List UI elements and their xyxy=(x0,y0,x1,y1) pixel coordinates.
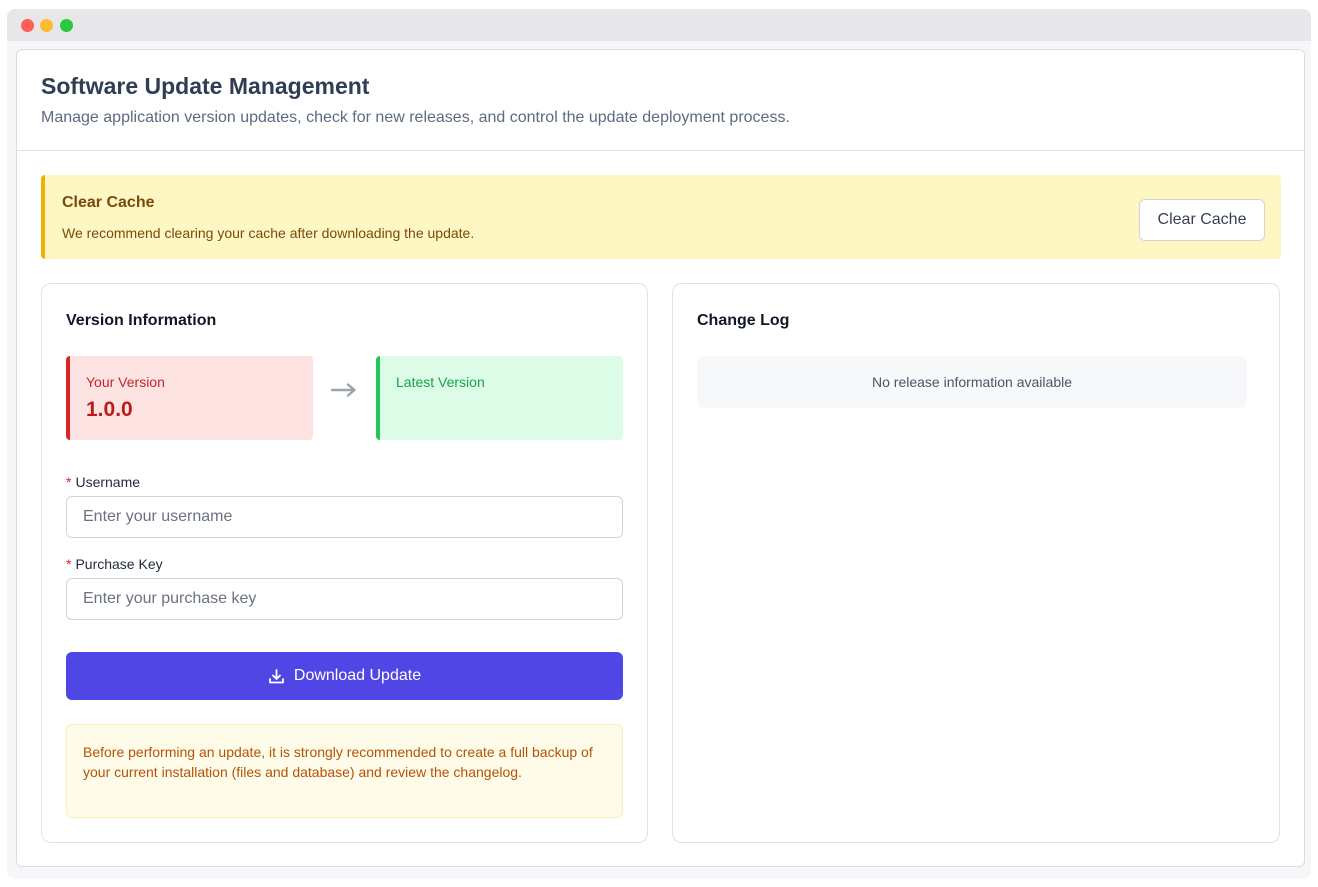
current-version-label: Your Version xyxy=(86,374,165,390)
current-version-box: Your Version 1.0.0 xyxy=(66,356,313,440)
required-marker: * xyxy=(66,556,72,572)
window-titlebar xyxy=(7,9,1311,41)
close-window-button[interactable] xyxy=(21,19,34,32)
alert-message: We recommend clearing your cache after d… xyxy=(62,225,475,241)
arrow-right-icon xyxy=(330,383,357,402)
page-header: Software Update Management Manage applic… xyxy=(17,50,1304,151)
required-marker: * xyxy=(66,474,72,490)
maximize-window-button[interactable] xyxy=(60,19,73,32)
download-button-label: Download Update xyxy=(293,667,422,684)
changelog-card: Change Log No release information availa… xyxy=(672,283,1280,843)
version-information-card: Version Information Your Version 1.0.0 L… xyxy=(41,283,648,843)
purchase-key-label-text: Purchase Key xyxy=(75,556,163,572)
minimize-window-button[interactable] xyxy=(40,19,53,32)
clear-cache-alert: Clear Cache We recommend clearing your c… xyxy=(41,175,1281,259)
download-icon xyxy=(268,668,285,685)
update-management-page: Software Update Management Manage applic… xyxy=(16,49,1305,867)
username-input[interactable] xyxy=(66,496,623,538)
username-label-text: Username xyxy=(75,474,141,490)
latest-version-label: Latest Version xyxy=(396,374,485,390)
version-info-title: Version Information xyxy=(66,312,217,329)
changelog-empty-state: No release information available xyxy=(697,356,1247,408)
purchase-key-label: * Purchase Key xyxy=(66,556,163,572)
alert-title: Clear Cache xyxy=(62,194,155,211)
backup-notice: Before performing an update, it is stron… xyxy=(66,724,623,818)
changelog-title: Change Log xyxy=(697,312,790,329)
app-window: Software Update Management Manage applic… xyxy=(7,9,1311,879)
purchase-key-input[interactable] xyxy=(66,578,623,620)
download-update-button[interactable]: Download Update xyxy=(66,652,623,700)
current-version-value: 1.0.0 xyxy=(86,398,133,421)
page-title: Software Update Management xyxy=(41,73,370,99)
latest-version-box: Latest Version xyxy=(376,356,623,440)
clear-cache-button[interactable]: Clear Cache xyxy=(1139,199,1265,241)
page-subtitle: Manage application version updates, chec… xyxy=(41,109,790,126)
username-label: * Username xyxy=(66,474,140,490)
